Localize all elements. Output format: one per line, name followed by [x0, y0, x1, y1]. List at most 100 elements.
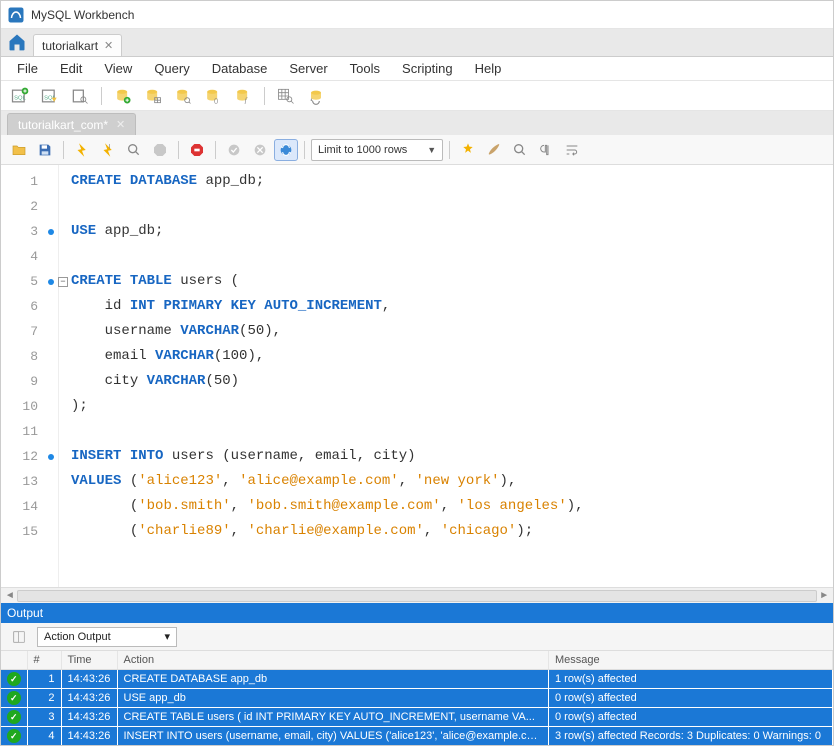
separator [215, 141, 216, 159]
output-table: # Time Action Message ✓114:43:26CREATE D… [1, 651, 833, 745]
menu-view[interactable]: View [94, 58, 142, 79]
row-message: 3 row(s) affected Records: 3 Duplicates:… [549, 727, 833, 746]
separator [264, 87, 265, 105]
line-number: 5− [1, 269, 58, 294]
row-time: 14:43:26 [61, 670, 117, 689]
menu-server[interactable]: Server [279, 58, 337, 79]
statement-marker-icon [48, 279, 54, 285]
limit-rows-select[interactable]: Limit to 1000 rows ▼ [311, 139, 443, 161]
wrap-icon[interactable] [560, 139, 584, 161]
explain-icon[interactable] [122, 139, 146, 161]
sql-editor[interactable]: 12345−6789101112131415 CREATE DATABASE a… [1, 165, 833, 587]
code-line[interactable]: ); [71, 394, 833, 419]
output-row[interactable]: ✓114:43:26CREATE DATABASE app_db1 row(s)… [1, 670, 833, 689]
output-subbar: Action Output ▾ [1, 623, 833, 651]
scroll-right-icon[interactable]: ► [817, 589, 831, 603]
close-icon[interactable]: ✕ [116, 118, 125, 131]
find-icon[interactable] [508, 139, 532, 161]
dropdown-caret-icon: ▾ [164, 630, 170, 643]
svg-text:SQL: SQL [14, 95, 26, 101]
invisible-chars-icon[interactable] [534, 139, 558, 161]
code-line[interactable]: city VARCHAR(50) [71, 369, 833, 394]
stop-icon[interactable] [148, 139, 172, 161]
col-action[interactable]: Action [117, 651, 549, 670]
menu-scripting[interactable]: Scripting [392, 58, 463, 79]
open-file-icon[interactable] [7, 139, 31, 161]
row-message: 1 row(s) affected [549, 670, 833, 689]
db-table-icon[interactable] [140, 84, 166, 108]
titlebar: MySQL Workbench [1, 1, 833, 29]
search-table-icon[interactable] [273, 84, 299, 108]
menu-file[interactable]: File [7, 58, 48, 79]
db-view-icon[interactable] [170, 84, 196, 108]
svg-text:(): () [214, 97, 218, 104]
menu-edit[interactable]: Edit [50, 58, 92, 79]
save-icon[interactable] [33, 139, 57, 161]
output-layout-icon[interactable] [7, 626, 31, 648]
scroll-thumb[interactable] [17, 590, 818, 602]
menu-help[interactable]: Help [465, 58, 512, 79]
row-action: CREATE TABLE users ( id INT PRIMARY KEY … [117, 708, 549, 727]
code-line[interactable]: CREATE TABLE users ( [71, 269, 833, 294]
commit-icon[interactable] [222, 139, 246, 161]
code-line[interactable] [71, 244, 833, 269]
output-row[interactable]: ✓214:43:26USE app_db0 row(s) affected [1, 689, 833, 708]
output-header-row: # Time Action Message [1, 651, 833, 670]
stop-on-error-icon[interactable] [185, 139, 209, 161]
code-line[interactable] [71, 194, 833, 219]
main-toolbar: SQL SQL () f [1, 81, 833, 111]
autocommit-toggle-icon[interactable] [274, 139, 298, 161]
col-index[interactable]: # [27, 651, 61, 670]
line-number: 2 [1, 194, 58, 219]
query-tab[interactable]: tutorialkart_com* ✕ [7, 113, 136, 135]
row-index: 1 [27, 670, 61, 689]
db-create-schema-icon[interactable] [110, 84, 136, 108]
fold-toggle-icon[interactable]: − [58, 277, 68, 287]
col-status[interactable] [1, 651, 27, 670]
row-action: USE app_db [117, 689, 549, 708]
line-number: 10 [1, 394, 58, 419]
db-function-icon[interactable]: f [230, 84, 256, 108]
col-time[interactable]: Time [61, 651, 117, 670]
menu-query[interactable]: Query [144, 58, 199, 79]
col-message[interactable]: Message [549, 651, 833, 670]
beautify-icon[interactable] [456, 139, 480, 161]
line-number: 11 [1, 419, 58, 444]
reconnect-icon[interactable] [303, 84, 329, 108]
code-line[interactable]: ('charlie89', 'charlie@example.com', 'ch… [71, 519, 833, 544]
db-procedure-icon[interactable]: () [200, 84, 226, 108]
code-line[interactable]: email VARCHAR(100), [71, 344, 833, 369]
rollback-icon[interactable] [248, 139, 272, 161]
scroll-left-icon[interactable]: ◄ [3, 589, 17, 603]
query-tabstrip: tutorialkart_com* ✕ [1, 111, 833, 135]
code-line[interactable]: INSERT INTO users (username, email, city… [71, 444, 833, 469]
code-area[interactable]: CREATE DATABASE app_db; USE app_db; CREATE… [59, 165, 833, 587]
row-time: 14:43:26 [61, 689, 117, 708]
code-line[interactable]: USE app_db; [71, 219, 833, 244]
new-sql-tab-icon[interactable]: SQL [7, 84, 33, 108]
output-title: Output [7, 606, 43, 620]
code-line[interactable]: CREATE DATABASE app_db; [71, 169, 833, 194]
code-line[interactable]: VALUES ('alice123', 'alice@example.com',… [71, 469, 833, 494]
open-sql-file-icon[interactable]: SQL [37, 84, 63, 108]
line-number: 15 [1, 519, 58, 544]
menu-database[interactable]: Database [202, 58, 278, 79]
output-panel-header: Output [1, 603, 833, 623]
home-icon[interactable] [5, 30, 29, 54]
execute-current-icon[interactable]: I [96, 139, 120, 161]
connection-tab[interactable]: tutorialkart ✕ [33, 34, 122, 56]
output-row[interactable]: ✓414:43:26INSERT INTO users (username, e… [1, 727, 833, 746]
menu-tools[interactable]: Tools [340, 58, 390, 79]
code-line[interactable]: ('bob.smith', 'bob.smith@example.com', '… [71, 494, 833, 519]
editor-horizontal-scrollbar[interactable]: ◄ ► [1, 587, 833, 603]
row-action: CREATE DATABASE app_db [117, 670, 549, 689]
code-line[interactable] [71, 419, 833, 444]
brush-icon[interactable] [482, 139, 506, 161]
execute-icon[interactable] [70, 139, 94, 161]
output-type-select[interactable]: Action Output ▾ [37, 627, 177, 647]
close-icon[interactable]: ✕ [104, 39, 113, 52]
inspector-icon[interactable] [67, 84, 93, 108]
code-line[interactable]: username VARCHAR(50), [71, 319, 833, 344]
code-line[interactable]: id INT PRIMARY KEY AUTO_INCREMENT, [71, 294, 833, 319]
output-row[interactable]: ✓314:43:26CREATE TABLE users ( id INT PR… [1, 708, 833, 727]
